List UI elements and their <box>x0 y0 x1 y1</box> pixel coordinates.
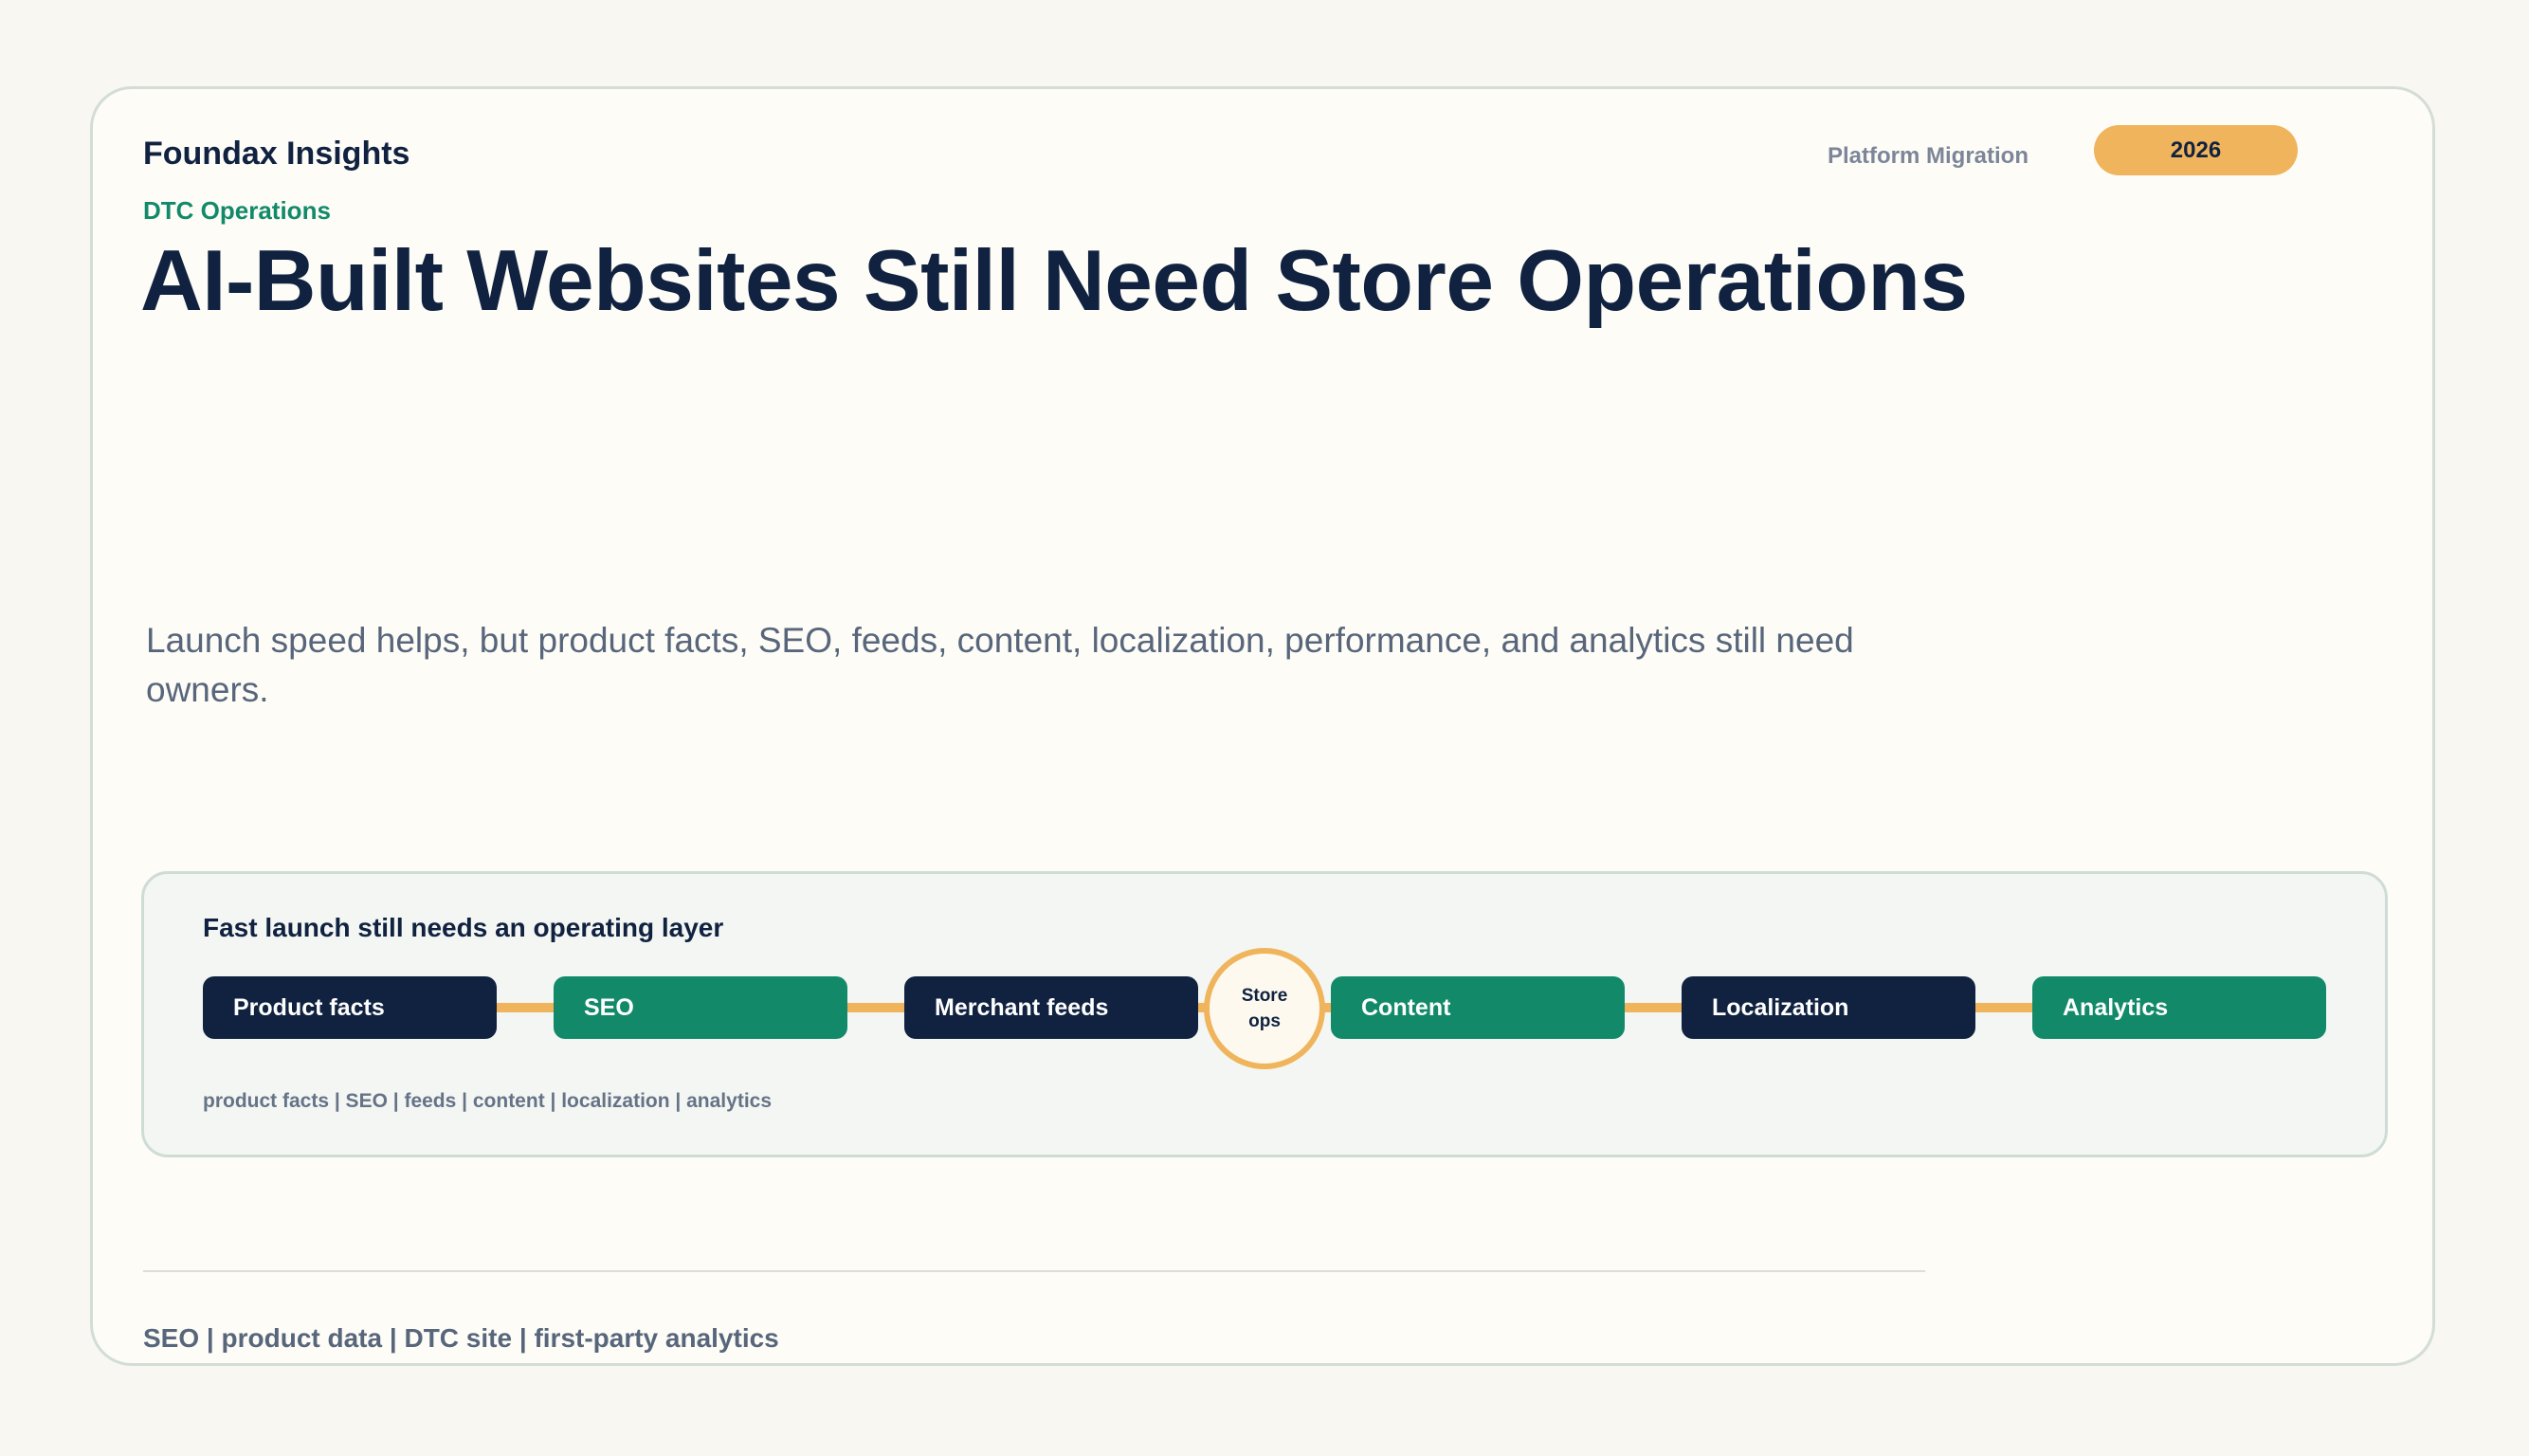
lede-text: Launch speed helps, but product facts, S… <box>146 621 1854 709</box>
eyebrow-label: DTC Operations <box>143 196 331 225</box>
node-label: Product facts <box>233 993 385 1021</box>
diagram-caption: product facts | SEO | feeds | content | … <box>203 1090 773 1112</box>
diagram-title: Fast launch still needs an operating lay… <box>203 913 724 942</box>
node-label: SEO <box>584 993 634 1021</box>
node-content: Content <box>1331 976 1625 1039</box>
footer-tags: SEO | product data | DTC site | first-pa… <box>143 1323 779 1353</box>
node-product-facts: Product facts <box>203 976 497 1039</box>
node-localization: Localization <box>1682 976 1975 1039</box>
node-label: Analytics <box>2063 993 2169 1021</box>
node-label: Content <box>1361 993 1451 1021</box>
page-title: AI-Built Websites Still Need Store Opera… <box>140 233 1968 329</box>
brand-name: Foundax Insights <box>143 136 410 172</box>
node-seo: SEO <box>554 976 847 1039</box>
footer-divider <box>143 1270 1925 1272</box>
year-badge: 2026 <box>2094 125 2298 175</box>
node-merchant-feeds: Merchant feeds <box>904 976 1198 1039</box>
node-label: Merchant feeds <box>935 993 1109 1021</box>
node-analytics: Analytics <box>2032 976 2326 1039</box>
section-label: Platform Migration <box>1828 143 2029 169</box>
node-label: Localization <box>1712 993 1849 1021</box>
